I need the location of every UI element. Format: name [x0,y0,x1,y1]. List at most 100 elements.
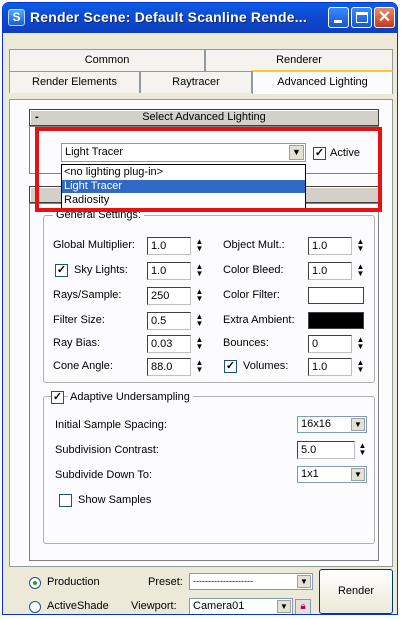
object-mult-label: Object Mult.: [223,239,285,251]
maximize-icon [356,12,368,23]
adaptive-undersampling-label: Adaptive Undersampling [68,391,193,403]
tab-advanced-lighting[interactable]: Advanced Lighting [252,70,393,94]
minimize-button[interactable] [328,7,349,28]
volumes-spinner[interactable]: 1.0 ▲ ▼ [308,358,364,376]
spinner-arrows-icon[interactable]: ▲ ▼ [356,336,365,352]
viewport-label: Viewport: [131,600,177,612]
production-label: Production [47,576,100,588]
cone-angle-field[interactable]: 88.0 [147,358,191,376]
bounces-label: Bounces: [223,337,269,349]
tab-render-elements[interactable]: Render Elements [9,71,140,93]
tab-row-1: Common Renderer [9,49,393,71]
tab-row-2: Render Elements Raytracer Advanced Light… [9,70,393,94]
extra-ambient-swatch[interactable] [308,312,364,329]
option-no-plugin[interactable]: <no lighting plug-in> [62,166,305,179]
option-radiosity[interactable]: Radiosity [62,194,305,207]
spinner-arrows-icon[interactable]: ▲ ▼ [356,263,365,279]
rollout-title: Select Advanced Lighting [142,111,266,123]
subdivision-contrast-spinner[interactable]: 5.0 ▲ ▼ [297,441,367,459]
color-bleed-spinner[interactable]: 1.0 ▲ ▼ [308,262,364,280]
spinner-arrows-icon[interactable]: ▲ ▼ [195,336,204,352]
sky-lights-spinner[interactable]: 1.0 ▲ ▼ [147,262,203,280]
preset-value: -------------------- [193,576,253,586]
option-light-tracer[interactable]: Light Tracer [62,180,305,193]
active-checkbox[interactable]: ✓ [313,147,326,160]
bounces-field[interactable]: 0 [308,335,352,353]
rays-sample-spinner[interactable]: 250 ▲ ▼ [147,287,203,305]
show-samples-label: Show Samples [78,494,152,506]
chevron-down-icon[interactable]: ▼ [351,418,365,431]
color-filter-swatch[interactable] [308,287,364,304]
volumes-field[interactable]: 1.0 [308,358,352,376]
volumes-label: Volumes: [243,360,289,372]
subdivide-down-to-dropdown[interactable]: 1x1 ▼ [297,466,367,483]
maximize-button[interactable] [351,7,372,28]
render-scene-window: S Render Scene: Default Scanline Rende..… [2,2,398,615]
initial-sample-spacing-value: 16x16 [301,418,331,430]
spinner-arrows-icon[interactable]: ▲ ▼ [195,288,204,304]
render-button[interactable]: Render [319,569,393,614]
collapse-icon: - [35,188,39,200]
filter-size-spinner[interactable]: 0.5 ▲ ▼ [147,312,203,330]
tab-renderer[interactable]: Renderer [205,49,393,71]
spinner-arrows-icon[interactable]: ▲ ▼ [195,263,204,279]
color-bleed-label: Color Bleed: [223,264,284,276]
color-filter-label: Color Filter: [223,289,280,301]
spinner-arrows-icon[interactable]: ▲ ▼ [358,442,367,458]
lock-icon[interactable]: 🔒︎ [295,599,311,614]
color-bleed-field[interactable]: 1.0 [308,262,352,280]
extra-ambient-label: Extra Ambient: [223,314,295,326]
general-settings-label: General Settings: [53,209,144,221]
initial-sample-spacing-dropdown[interactable]: 16x16 ▼ [297,416,367,433]
preset-dropdown[interactable]: -------------------- ▼ [189,573,313,590]
close-icon: ✕ [377,9,392,26]
spinner-arrows-icon[interactable]: ▲ ▼ [356,359,365,375]
volumes-checkbox[interactable]: ✓ [224,360,237,373]
object-mult-spinner[interactable]: 1.0 ▲ ▼ [308,237,364,255]
subdivide-down-to-label: Subdivide Down To: [55,469,153,481]
initial-sample-spacing-label: Initial Sample Spacing: [55,419,167,431]
global-multiplier-spinner[interactable]: 1.0 ▲ ▼ [147,237,203,255]
close-button[interactable]: ✕ [374,7,395,28]
ray-bias-spinner[interactable]: 0.03 ▲ ▼ [147,335,203,353]
ray-bias-label: Ray Bias: [53,337,101,349]
production-radio[interactable] [29,577,41,589]
chevron-down-icon[interactable]: ▼ [351,468,365,481]
filter-size-label: Filter Size: [53,314,105,326]
spinner-arrows-icon[interactable]: ▲ ▼ [356,238,365,254]
adaptive-undersampling-checkbox[interactable]: ✓ [51,391,64,404]
lighting-plugin-dropdown[interactable]: Light Tracer ▼ [61,143,306,162]
tab-common[interactable]: Common [9,49,205,71]
minimize-icon [334,20,342,23]
object-mult-field[interactable]: 1.0 [308,237,352,255]
active-label: Active [330,147,360,159]
activeshade-label: ActiveShade [47,600,109,612]
bounces-spinner[interactable]: 0 ▲ ▼ [308,335,364,353]
rays-sample-label: Rays/Sample: [53,289,122,301]
subdivision-contrast-label: Subdivision Contrast: [55,444,159,456]
rays-sample-field[interactable]: 250 [147,287,191,305]
sky-lights-field[interactable]: 1.0 [147,262,191,280]
activeshade-radio[interactable] [29,601,41,613]
spinner-arrows-icon[interactable]: ▲ ▼ [195,359,204,375]
radio-selected-icon [33,581,37,585]
tab-raytracer[interactable]: Raytracer [140,71,252,93]
preset-label: Preset: [148,576,183,588]
show-samples-checkbox[interactable] [59,494,72,507]
sky-lights-checkbox[interactable]: ✓ [55,264,68,277]
window-title: Render Scene: Default Scanline Rende... [30,9,307,25]
filter-size-field[interactable]: 0.5 [147,312,191,330]
subdivide-down-to-value: 1x1 [301,468,319,480]
spinner-arrows-icon[interactable]: ▲ ▼ [195,313,204,329]
subdivision-contrast-field[interactable]: 5.0 [297,441,355,459]
chevron-down-icon[interactable]: ▼ [277,600,291,613]
chevron-down-icon[interactable]: ▼ [289,145,304,160]
global-multiplier-field[interactable]: 1.0 [147,237,191,255]
spinner-arrows-icon[interactable]: ▲ ▼ [195,238,204,254]
chevron-down-icon[interactable]: ▼ [297,575,311,588]
ray-bias-field[interactable]: 0.03 [147,335,191,353]
viewport-dropdown[interactable]: Camera01 ▼ [189,598,293,614]
rollout-select-advanced-lighting[interactable]: - Select Advanced Lighting [29,109,379,126]
cone-angle-spinner[interactable]: 88.0 ▲ ▼ [147,358,203,376]
title-bar[interactable]: S Render Scene: Default Scanline Rende..… [3,3,397,33]
